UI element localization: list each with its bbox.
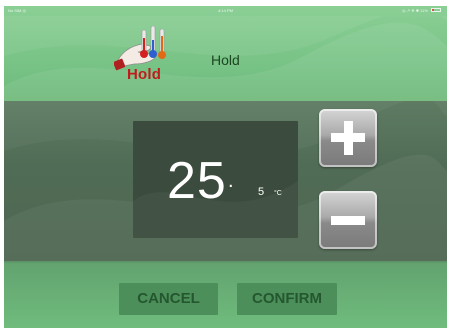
increase-temperature-button[interactable]: [319, 109, 377, 167]
status-bar: No SIM ◎ 4:14 PM ◎ ↗ ✵ ✱ 11%: [4, 6, 447, 16]
footer-actions: CANCEL CONFIRM: [4, 261, 447, 328]
status-indicator-text: ◎ ↗ ✵ ✱ 11%: [402, 8, 428, 13]
decrease-temperature-button[interactable]: [319, 191, 377, 249]
app-screen: No SIM ◎ 4:14 PM ◎ ↗ ✵ ✱ 11% Hold Hold 2…: [4, 6, 447, 328]
battery-icon: [431, 7, 441, 12]
minus-icon: [331, 216, 365, 225]
temperature-decimal: 5: [258, 186, 265, 198]
status-indicators: ◎ ↗ ✵ ✱ 11%: [402, 6, 441, 16]
temperature-integer: 25: [167, 152, 227, 210]
temperature-decimal-point: .: [228, 170, 234, 192]
mode-title: Hold: [211, 52, 240, 68]
confirm-button[interactable]: CONFIRM: [237, 283, 337, 315]
plus-icon: [331, 121, 365, 155]
status-time: 4:14 PM: [218, 8, 233, 13]
temperature-unit: °C: [274, 190, 282, 197]
temperature-display: 25 . 5 °C: [133, 121, 298, 238]
hold-icon-label: Hold: [127, 66, 162, 83]
header: Hold Hold: [4, 16, 447, 101]
temperature-control-panel: 25 . 5 °C: [4, 101, 447, 261]
cancel-button[interactable]: CANCEL: [119, 283, 218, 315]
